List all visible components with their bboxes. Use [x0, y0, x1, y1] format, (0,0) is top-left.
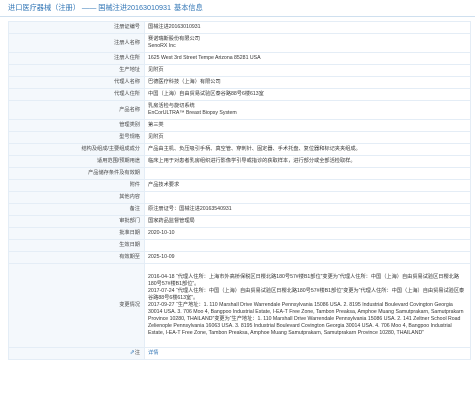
field-value: 见附页 [144, 131, 471, 144]
field-value-text: 2025-10-09 [148, 254, 175, 260]
breadcrumb-separator: —— [81, 3, 97, 12]
table-row: ⇗注 详情 [8, 347, 471, 360]
field-label: 产品名称 [8, 100, 145, 120]
field-label: 结构及组成/主要组成成分 [8, 143, 145, 156]
field-label: 注册人住所 [8, 52, 145, 65]
field-value: 见附页 [144, 64, 471, 77]
field-label: 适用范围/预期用途 [8, 155, 145, 168]
field-label: 产品储存条件及有效期 [8, 167, 145, 180]
header-bar: 进口医疗器械（注册） —— 国械注进20163010931 基本信息 [0, 0, 475, 17]
table-row: 有效期至 2025-10-09 [8, 251, 471, 264]
field-value-text: 1625 West 3rd Street Tempe Arizona 85281… [148, 55, 261, 61]
field-value: 国家药品监督管理局 [144, 215, 471, 228]
table-row: 生产地址 见附页 [8, 64, 471, 77]
field-value-text: 2020-10-10 [148, 230, 175, 236]
field-value: 产品技术要求 [144, 179, 471, 192]
field-value-text: 国家药品监督管理局 [148, 218, 195, 224]
field-value-text: 国械注进20163010931 [148, 24, 201, 30]
field-value: 临床上用于对患者乳房组织进行影像学引导或指诊的获取样本，进行部分或全部活检取样。 [144, 155, 471, 168]
field-value-text: 乳房活检与旋切系统 EnCorULTRA™ Breast Biopsy Syst… [148, 103, 237, 116]
table-row: 生效日期 [8, 239, 471, 252]
field-value [144, 191, 471, 204]
field-label: 注册人名称 [8, 33, 145, 53]
footer-value: 详情 [144, 347, 471, 360]
table-row: 结构及组成/主要组成成分 产品由主机、负压吸引手柄、真空管、穿刺针、固定器、手术托… [8, 143, 471, 156]
field-value-text: 临床上用于对患者乳房组织进行影像学引导或指诊的获取样本，进行部分或全部活检取样。 [148, 158, 356, 164]
field-value-text: 产品由主机、负压吸引手柄、真空管、穿刺针、固定器、手术托盘、复位器和标记夹夹组成… [148, 146, 361, 152]
footer-label-text: 注 [134, 350, 140, 356]
table-row: 审批部门 国家药品监督管理局 [8, 215, 471, 228]
table-row: 备注 原注册证号：国械注进20163540931 [8, 203, 471, 216]
field-label: 管理类别 [8, 119, 145, 132]
field-value: 1625 West 3rd Street Tempe Arizona 85281… [144, 52, 471, 65]
details-link[interactable]: 详情 [148, 350, 158, 356]
breadcrumb-parent-link[interactable]: 进口医疗器械（注册） [8, 3, 80, 12]
field-label: 注册证编号 [8, 21, 145, 34]
field-value: 原注册证号：国械注进20163540931 [144, 203, 471, 216]
field-label: 附件 [8, 179, 145, 192]
field-value [144, 167, 471, 180]
share-icon: ⇗ [129, 350, 135, 356]
field-value-text: 原注册证号：国械注进20163540931 [148, 206, 232, 212]
footer-label: ⇗注 [8, 347, 145, 360]
field-value: 2016-04-18 “代理人住所：上海市外高桥保税区日樱北路180号57#楼B… [144, 263, 471, 348]
table-row: 代理人名称 巴德医疗科技（上海）有限公司 [8, 76, 471, 89]
table-row: 管理类别 第三类 [8, 119, 471, 132]
field-value-text: 巴德医疗科技（上海）有限公司 [148, 79, 221, 85]
page: 进口医疗器械（注册） —— 国械注进20163010931 基本信息 注册证编号 国械注… [0, 0, 475, 410]
table-row: 适用范围/预期用途 临床上用于对患者乳房组织进行影像学引导或指诊的获取样本，进行部… [8, 155, 471, 168]
breadcrumb-current: 国械注进20163010931 [98, 3, 171, 12]
field-label: 变更情况 [8, 263, 145, 348]
table-row: 变更情况 2016-04-18 “代理人住所：上海市外高桥保税区日樱北路180号5… [8, 263, 471, 348]
field-value: 2020-10-10 [144, 227, 471, 240]
field-value: 乳房活检与旋切系统 EnCorULTRA™ Breast Biopsy Syst… [144, 100, 471, 120]
table-row: 附件 产品技术要求 [8, 179, 471, 192]
field-value-text: 第三类 [148, 122, 164, 128]
table-row: 型号规格 见附页 [8, 131, 471, 144]
field-value: 赛诺瑞斯股份有限公司 SenoRX Inc [144, 33, 471, 53]
table-row: 批准日期 2020-10-10 [8, 227, 471, 240]
field-value: 巴德医疗科技（上海）有限公司 [144, 76, 471, 89]
field-label: 备注 [8, 203, 145, 216]
field-value-text: 2016-04-18 “代理人住所：上海市外高桥保税区日樱北路180号57#楼B… [148, 274, 465, 336]
field-value-text: 产品技术要求 [148, 182, 180, 188]
field-value: 国械注进20163010931 [144, 21, 471, 34]
field-value: 中国（上海）自由贸易试验区泰谷路88号6楼613室 [144, 88, 471, 101]
field-label: 审批部门 [8, 215, 145, 228]
field-value-text: 见附页 [148, 134, 164, 140]
field-value-text: 中国（上海）自由贸易试验区泰谷路88号6楼613室 [148, 91, 264, 97]
field-label: 其他内容 [8, 191, 145, 204]
field-value-text: 见附页 [148, 67, 164, 73]
field-value: 第三类 [144, 119, 471, 132]
table-row: 注册人住所 1625 West 3rd Street Tempe Arizona … [8, 52, 471, 65]
field-value [144, 239, 471, 252]
field-value: 产品由主机、负压吸引手柄、真空管、穿刺针、固定器、手术托盘、复位器和标记夹夹组成… [144, 143, 471, 156]
table-row: 产品储存条件及有效期 [8, 167, 471, 180]
field-label: 生效日期 [8, 239, 145, 252]
breadcrumb: 进口医疗器械（注册） —— 国械注进20163010931 基本信息 [8, 3, 203, 13]
table-row: 代理人住所 中国（上海）自由贸易试验区泰谷路88号6楼613室 [8, 88, 471, 101]
table-row: 注册人名称 赛诺瑞斯股份有限公司 SenoRX Inc [8, 33, 471, 53]
field-label: 代理人住所 [8, 88, 145, 101]
table-row: 注册证编号 国械注进20163010931 [8, 21, 471, 34]
field-label: 型号规格 [8, 131, 145, 144]
field-value: 2025-10-09 [144, 251, 471, 264]
field-label: 生产地址 [8, 64, 145, 77]
table-row: 产品名称 乳房活检与旋切系统 EnCorULTRA™ Breast Biopsy … [8, 100, 471, 120]
field-label: 批准日期 [8, 227, 145, 240]
registration-info-table: 注册证编号 国械注进20163010931 注册人名称 赛诺瑞斯股份有限公司 Seno… [8, 21, 471, 360]
field-value-text: 赛诺瑞斯股份有限公司 SenoRX Inc [148, 36, 200, 49]
table-row: 其他内容 [8, 191, 471, 204]
field-label: 代理人名称 [8, 76, 145, 89]
breadcrumb-suffix: 基本信息 [174, 3, 203, 12]
field-label: 有效期至 [8, 251, 145, 264]
